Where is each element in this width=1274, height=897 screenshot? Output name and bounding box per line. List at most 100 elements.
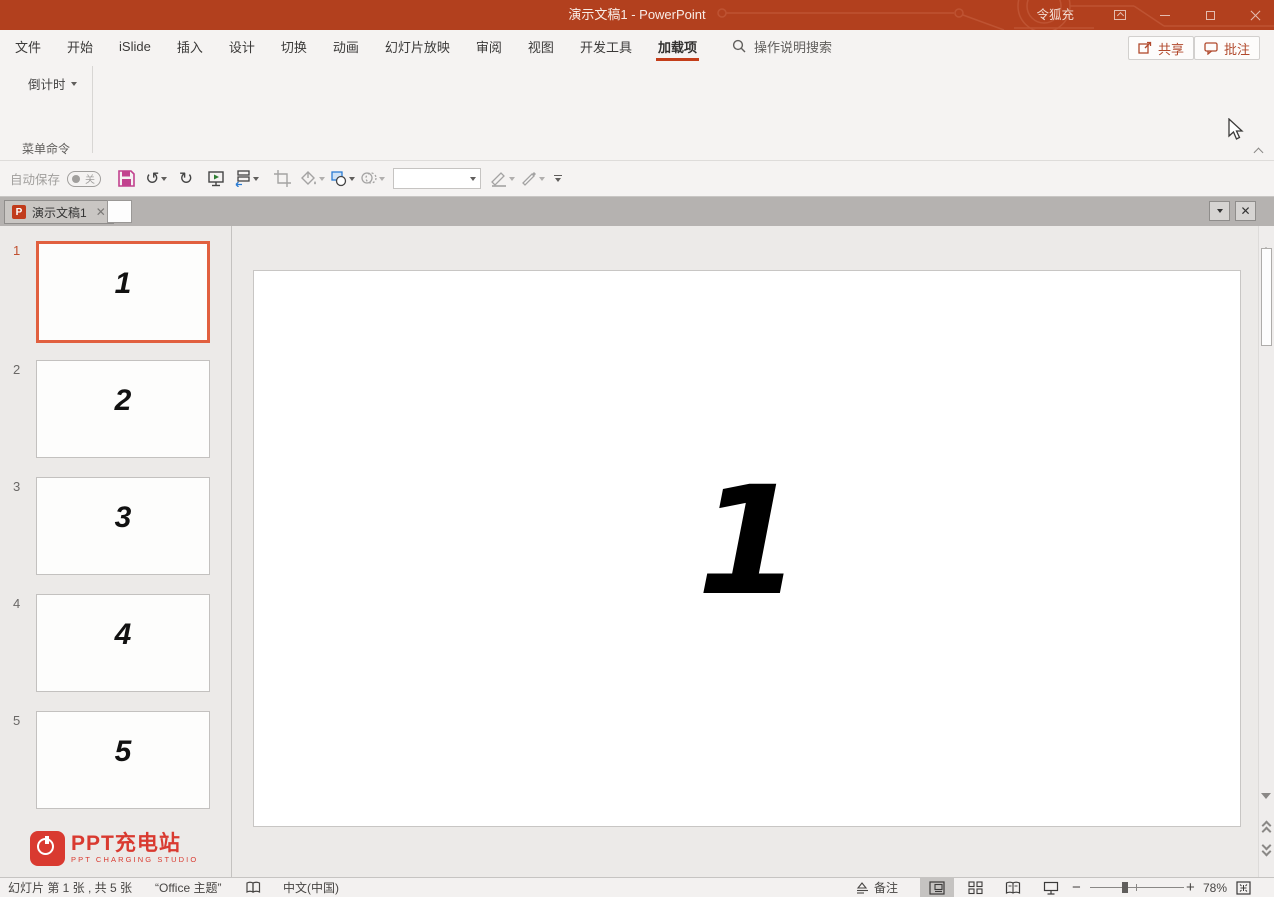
comments-button[interactable]: 批注	[1194, 36, 1260, 60]
document-tab-bar: P 演示文稿1 ✕ ✕	[0, 197, 1274, 226]
tab-developer[interactable]: 开发工具	[567, 30, 645, 62]
arrange-button[interactable]	[233, 166, 259, 192]
shape-effects-button[interactable]	[359, 166, 385, 192]
accessibility-checker-button[interactable]	[246, 878, 261, 897]
minimize-button[interactable]	[1148, 0, 1182, 30]
pen-button[interactable]	[519, 166, 545, 192]
fit-to-window-icon	[1236, 881, 1251, 895]
zoom-out-button[interactable]: −	[1072, 878, 1086, 897]
quick-access-toolbar: 自动保存 关 ↺ ↻	[0, 161, 1274, 197]
slide-number: 2	[13, 362, 20, 377]
tab-review[interactable]: 审阅	[463, 30, 515, 62]
countdown-label: 倒计时	[28, 74, 66, 93]
language-indicator[interactable]: 中文(中国)	[283, 878, 339, 897]
next-slide-button[interactable]	[1261, 842, 1273, 858]
close-button[interactable]	[1238, 0, 1272, 30]
thumbnail-box[interactable]: 5	[36, 711, 210, 809]
tab-insert[interactable]: 插入	[164, 30, 216, 62]
countdown-dropdown-button[interactable]: 倒计时	[22, 70, 83, 97]
tab-close-icon[interactable]: ✕	[96, 205, 106, 219]
chevron-down-icon	[349, 177, 355, 181]
reading-view-button[interactable]	[996, 878, 1030, 897]
tab-list-dropdown-button[interactable]	[1209, 201, 1230, 221]
ribbon-content-area: 倒计时 菜单命令	[0, 62, 1274, 161]
tab-home[interactable]: 开始	[54, 30, 106, 62]
scrollbar-thumb[interactable]	[1261, 248, 1272, 346]
theme-indicator[interactable]: “Office 主题”	[155, 878, 221, 897]
autosave-label: 自动保存	[10, 169, 60, 188]
triangle-down-icon	[1261, 793, 1271, 814]
vertical-scrollbar[interactable]	[1258, 226, 1274, 877]
ribbon-group-divider	[92, 66, 93, 153]
crop-button[interactable]	[269, 166, 295, 192]
tab-transitions[interactable]: 切换	[268, 30, 320, 62]
save-button[interactable]	[113, 166, 139, 192]
qat-combobox[interactable]	[393, 168, 481, 189]
ribbon-group-name: 菜单命令	[0, 140, 92, 157]
shapes-button[interactable]	[329, 166, 355, 192]
document-tab[interactable]: P 演示文稿1 ✕	[4, 200, 114, 224]
thumbnail-box[interactable]: 3	[36, 477, 210, 575]
start-slideshow-button[interactable]	[203, 166, 229, 192]
logo-subtitle: PPT CHARGING STUDIO	[71, 855, 198, 864]
tab-bar-close-button[interactable]: ✕	[1235, 201, 1256, 221]
shape-outline-button[interactable]	[489, 166, 515, 192]
ribbon-tab-row: 文件 开始 iSlide 插入 设计 切换 动画 幻灯片放映 审阅 视图 开发工…	[0, 30, 1274, 62]
slide-position-indicator[interactable]: 幻灯片 第 1 张 , 共 5 张	[8, 878, 132, 897]
slide-canvas: 1	[232, 226, 1258, 877]
undo-button[interactable]: ↺	[143, 166, 169, 192]
tell-me-search[interactable]: 操作说明搜索	[732, 30, 832, 62]
new-document-tab-button[interactable]	[107, 200, 132, 223]
slideshow-view-button[interactable]	[1034, 878, 1068, 897]
collapse-ribbon-button[interactable]	[1252, 145, 1266, 157]
normal-view-icon	[929, 881, 945, 895]
customize-qat-button[interactable]	[551, 175, 565, 183]
tab-addins[interactable]: 加载项	[645, 30, 710, 62]
share-button[interactable]: 共享	[1128, 36, 1194, 60]
thumbnail-box[interactable]: 4	[36, 594, 210, 692]
accessibility-icon	[246, 881, 261, 894]
zoom-slider-track[interactable]	[1090, 887, 1184, 888]
comment-icon	[1204, 41, 1219, 55]
redo-button[interactable]: ↻	[173, 166, 199, 192]
ribbon-display-options-button[interactable]	[1103, 0, 1137, 30]
document-tab-title: 演示文稿1	[32, 204, 87, 221]
thumbnail-slide-text: 4	[115, 618, 132, 652]
ribbon-display-options-icon	[1114, 10, 1126, 20]
slide-sorter-view-button[interactable]	[958, 878, 992, 897]
thumbnail-box[interactable]: 2	[36, 360, 210, 458]
slideshow-icon	[207, 170, 225, 187]
scroll-down-button[interactable]	[1261, 799, 1272, 810]
zoom-level-button[interactable]: 78%	[1203, 878, 1227, 897]
thumbnail-slide-text: 5	[115, 735, 132, 769]
normal-view-button[interactable]	[920, 878, 954, 897]
undo-icon: ↺	[145, 169, 159, 189]
tab-design[interactable]: 设计	[216, 30, 268, 62]
chevron-down-icon	[71, 82, 77, 86]
title-bar: 演示文稿1 - PowerPoint 令狐充	[0, 0, 1274, 30]
zoom-slider-thumb[interactable]	[1122, 882, 1128, 893]
slide-number-text[interactable]: 1	[697, 455, 801, 629]
tab-animations[interactable]: 动画	[320, 30, 372, 62]
maximize-button[interactable]	[1193, 0, 1227, 30]
account-user-name[interactable]: 令狐充	[1036, 0, 1074, 30]
slide-number: 5	[13, 713, 20, 728]
previous-slide-button[interactable]	[1261, 820, 1273, 836]
tab-slideshow[interactable]: 幻灯片放映	[372, 30, 463, 62]
notes-button[interactable]: 备注	[856, 878, 898, 897]
zoom-slider-midpoint	[1136, 884, 1137, 891]
tab-file[interactable]: 文件	[2, 30, 54, 62]
scroll-up-button[interactable]	[1261, 232, 1272, 243]
slide-number: 3	[13, 479, 20, 494]
zoom-in-button[interactable]: +	[1186, 878, 1200, 897]
thumbnail-box[interactable]: 1	[36, 241, 210, 343]
fit-slide-to-window-button[interactable]	[1236, 878, 1256, 897]
chevron-down-icon	[253, 177, 259, 181]
slide-number: 4	[13, 596, 20, 611]
tab-islide[interactable]: iSlide	[106, 30, 164, 62]
autosave-toggle[interactable]: 关	[67, 171, 101, 187]
slide-editing-surface[interactable]: 1	[253, 270, 1241, 827]
autosave-state: 关	[85, 171, 95, 186]
fill-color-button[interactable]	[299, 166, 325, 192]
tab-view[interactable]: 视图	[515, 30, 567, 62]
